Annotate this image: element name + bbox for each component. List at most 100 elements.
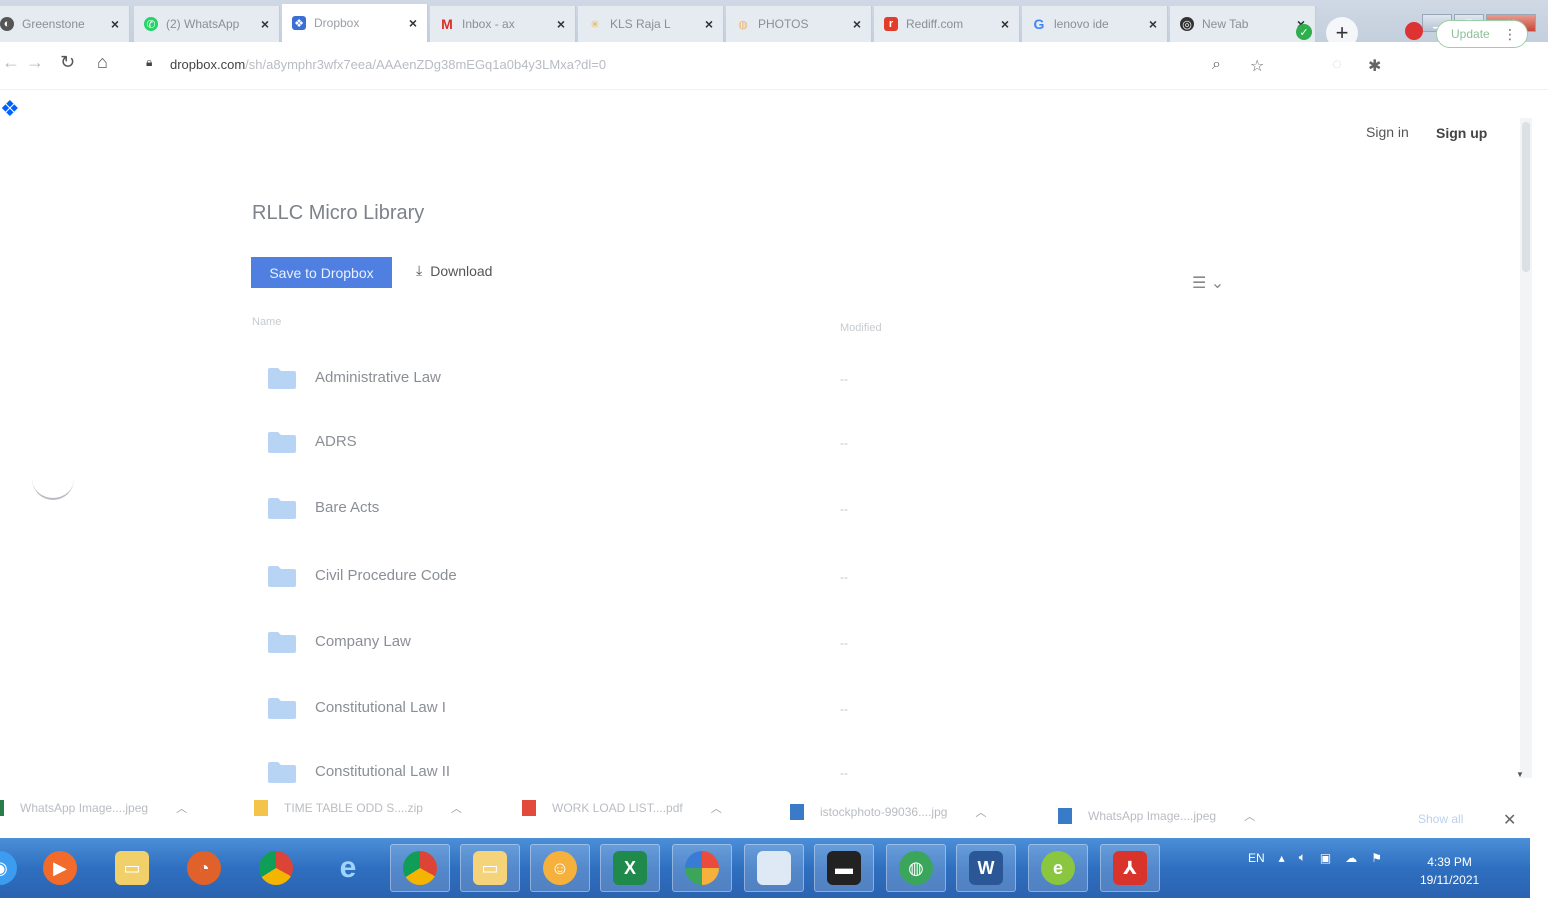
taskbar-app-chrome-active[interactable]	[390, 844, 450, 892]
close-icon[interactable]: ×	[853, 16, 861, 32]
cloud-icon[interactable]: ☁	[1345, 851, 1357, 865]
tab-lenovo[interactable]: G lenovo ide ×	[1022, 6, 1168, 42]
chevron-up-icon[interactable]: ︿	[711, 800, 722, 816]
volume-icon[interactable]: 🔈︎	[1299, 850, 1306, 865]
scroll-down-icon[interactable]: ▼	[1516, 770, 1524, 779]
more-menu-icon[interactable]: ⋮	[1503, 26, 1517, 43]
folder-row[interactable]: Company Law --	[252, 624, 1152, 664]
address-bar[interactable]: dropbox.com/sh/a8ymphr3wfx7eea/AAAenZDg3…	[170, 57, 606, 72]
close-icon[interactable]: ×	[705, 16, 713, 32]
search-icon[interactable]: ⌕	[1212, 56, 1221, 74]
home-icon[interactable]: ⌂	[97, 52, 108, 73]
extension-check-icon[interactable]: ✓	[1296, 24, 1312, 40]
tray-expand-icon[interactable]: ▴	[1279, 851, 1285, 865]
dropbox-logo-icon[interactable]: ❖	[0, 96, 20, 122]
taskbar-app-chrome[interactable]	[246, 844, 306, 892]
chrome-icon	[259, 851, 293, 885]
chevron-up-icon[interactable]: ︿	[451, 800, 462, 816]
close-icon[interactable]: ×	[557, 16, 565, 32]
sign-in-link[interactable]: Sign in	[1366, 124, 1409, 140]
folder-name[interactable]: Bare Acts	[315, 499, 379, 516]
folder-icon	[268, 698, 296, 719]
view-toggle-button[interactable]: ☰ ⌄	[1192, 273, 1224, 293]
image-file-icon	[1058, 808, 1072, 824]
sign-up-link[interactable]: Sign up	[1436, 125, 1487, 141]
taskbar-app-firefox[interactable]: ◔	[174, 844, 234, 892]
close-icon[interactable]: ×	[111, 16, 119, 32]
save-to-dropbox-button[interactable]: Save to Dropbox	[251, 257, 392, 288]
taskbar-app-browser[interactable]: e	[1028, 844, 1088, 892]
close-icon[interactable]: ✕	[1503, 810, 1516, 830]
page-scrollbar[interactable]	[1520, 118, 1532, 778]
chevron-up-icon[interactable]: ︿	[176, 800, 187, 816]
tab-greenstone[interactable]: ◐ Greenstone ×	[0, 6, 130, 42]
download-item[interactable]: WORK LOAD LIST....pdf ︿	[522, 800, 722, 816]
column-header-modified[interactable]: Modified	[840, 322, 882, 334]
taskbar-app-media-player[interactable]: ▶	[30, 844, 90, 892]
action-center-flag-icon[interactable]: ⚑	[1371, 851, 1382, 865]
folder-name[interactable]: Constitutional Law I	[315, 699, 446, 716]
folder-row[interactable]: Constitutional Law II --	[252, 754, 1152, 784]
taskbar-app-folder[interactable]: ▭	[460, 844, 520, 892]
taskbar-app-acrobat[interactable]: ⅄	[1100, 844, 1160, 892]
folder-name[interactable]: Civil Procedure Code	[315, 567, 457, 584]
taskbar-app-picasa[interactable]	[672, 844, 732, 892]
update-button[interactable]: Update ⋮	[1436, 20, 1528, 48]
chevron-up-icon[interactable]: ︿	[1244, 808, 1255, 824]
page-title: RLLC Micro Library	[252, 202, 425, 224]
sync-icon[interactable]: ◌	[1332, 56, 1342, 74]
reload-icon[interactable]: ↻	[60, 52, 75, 73]
modified-value: --	[840, 636, 848, 650]
tab-gmail[interactable]: M Inbox - ax ×	[430, 6, 576, 42]
download-item[interactable]: TIME TABLE ODD S....zip ︿	[254, 800, 462, 816]
download-icon: ⤓	[416, 262, 423, 278]
close-icon[interactable]: ×	[409, 15, 417, 31]
taskbar-app-explorer[interactable]: ▭	[102, 844, 162, 892]
folder-row[interactable]: ADRS --	[252, 424, 1152, 464]
forward-icon[interactable]: →	[26, 52, 44, 73]
folder-row[interactable]: Constitutional Law I --	[252, 690, 1152, 730]
start-button[interactable]: ◉	[0, 844, 30, 892]
close-icon[interactable]: ×	[261, 16, 269, 32]
folder-name[interactable]: Constitutional Law II	[315, 763, 450, 780]
taskbar-app-document[interactable]	[744, 844, 804, 892]
scrollbar-thumb[interactable]	[1522, 122, 1530, 272]
close-icon[interactable]: ×	[1001, 16, 1009, 32]
chevron-up-icon[interactable]: ︿	[975, 804, 986, 820]
star-icon[interactable]: ☆	[1250, 56, 1264, 76]
back-icon[interactable]: ←	[2, 52, 20, 73]
download-item[interactable]: istockphoto-99036....jpg ︿	[790, 804, 986, 820]
extensions-icon[interactable]: ✱	[1368, 56, 1381, 76]
column-header-name[interactable]: Name	[252, 316, 281, 328]
taskbar-app-network[interactable]: ◍	[886, 844, 946, 892]
tab-title: lenovo ide	[1054, 17, 1109, 31]
folder-row[interactable]: Bare Acts --	[252, 490, 1152, 530]
tab-dropbox[interactable]: ❖ Dropbox ×	[282, 4, 428, 42]
language-indicator[interactable]: EN	[1248, 851, 1265, 865]
show-all-downloads-link[interactable]: Show all	[1418, 812, 1463, 826]
download-item[interactable]: WhatsApp Image....jpeg ︿	[1058, 808, 1255, 824]
close-icon[interactable]: ×	[1149, 16, 1157, 32]
tab-photos[interactable]: ◍ PHOTOS ×	[726, 6, 872, 42]
taskbar-app-internet-explorer[interactable]: e	[318, 844, 378, 892]
download-item[interactable]: WhatsApp Image....jpeg ︿	[0, 800, 187, 816]
folder-name[interactable]: Company Law	[315, 633, 411, 650]
google-icon: G	[1033, 16, 1045, 32]
folder-row[interactable]: Civil Procedure Code --	[252, 558, 1152, 598]
taskbar-app-excel[interactable]: X	[600, 844, 660, 892]
taskbar-app-emoji[interactable]: ☺	[530, 844, 590, 892]
download-button[interactable]: ⤓ Download	[416, 262, 492, 279]
folder-name[interactable]: ADRS	[315, 433, 357, 450]
taskbar-app-terminal[interactable]: ▬	[814, 844, 874, 892]
tab-whatsapp[interactable]: ✆ (2) WhatsApp ×	[134, 6, 280, 42]
folder-name[interactable]: Administrative Law	[315, 369, 441, 386]
network-icon[interactable]: ▣	[1320, 851, 1331, 865]
taskbar-app-word[interactable]: W	[956, 844, 1016, 892]
tab-rediff[interactable]: r Rediff.com ×	[874, 6, 1020, 42]
avatar[interactable]	[1405, 22, 1423, 40]
tab-new-tab[interactable]: ◎ New Tab ×	[1170, 6, 1316, 42]
tab-kls[interactable]: ✳ KLS Raja L ×	[578, 6, 724, 42]
system-clock[interactable]: 4:39 PM 19/11/2021	[1420, 853, 1479, 889]
internet-explorer-icon: e	[339, 851, 357, 884]
folder-row[interactable]: Administrative Law --	[252, 360, 1152, 400]
